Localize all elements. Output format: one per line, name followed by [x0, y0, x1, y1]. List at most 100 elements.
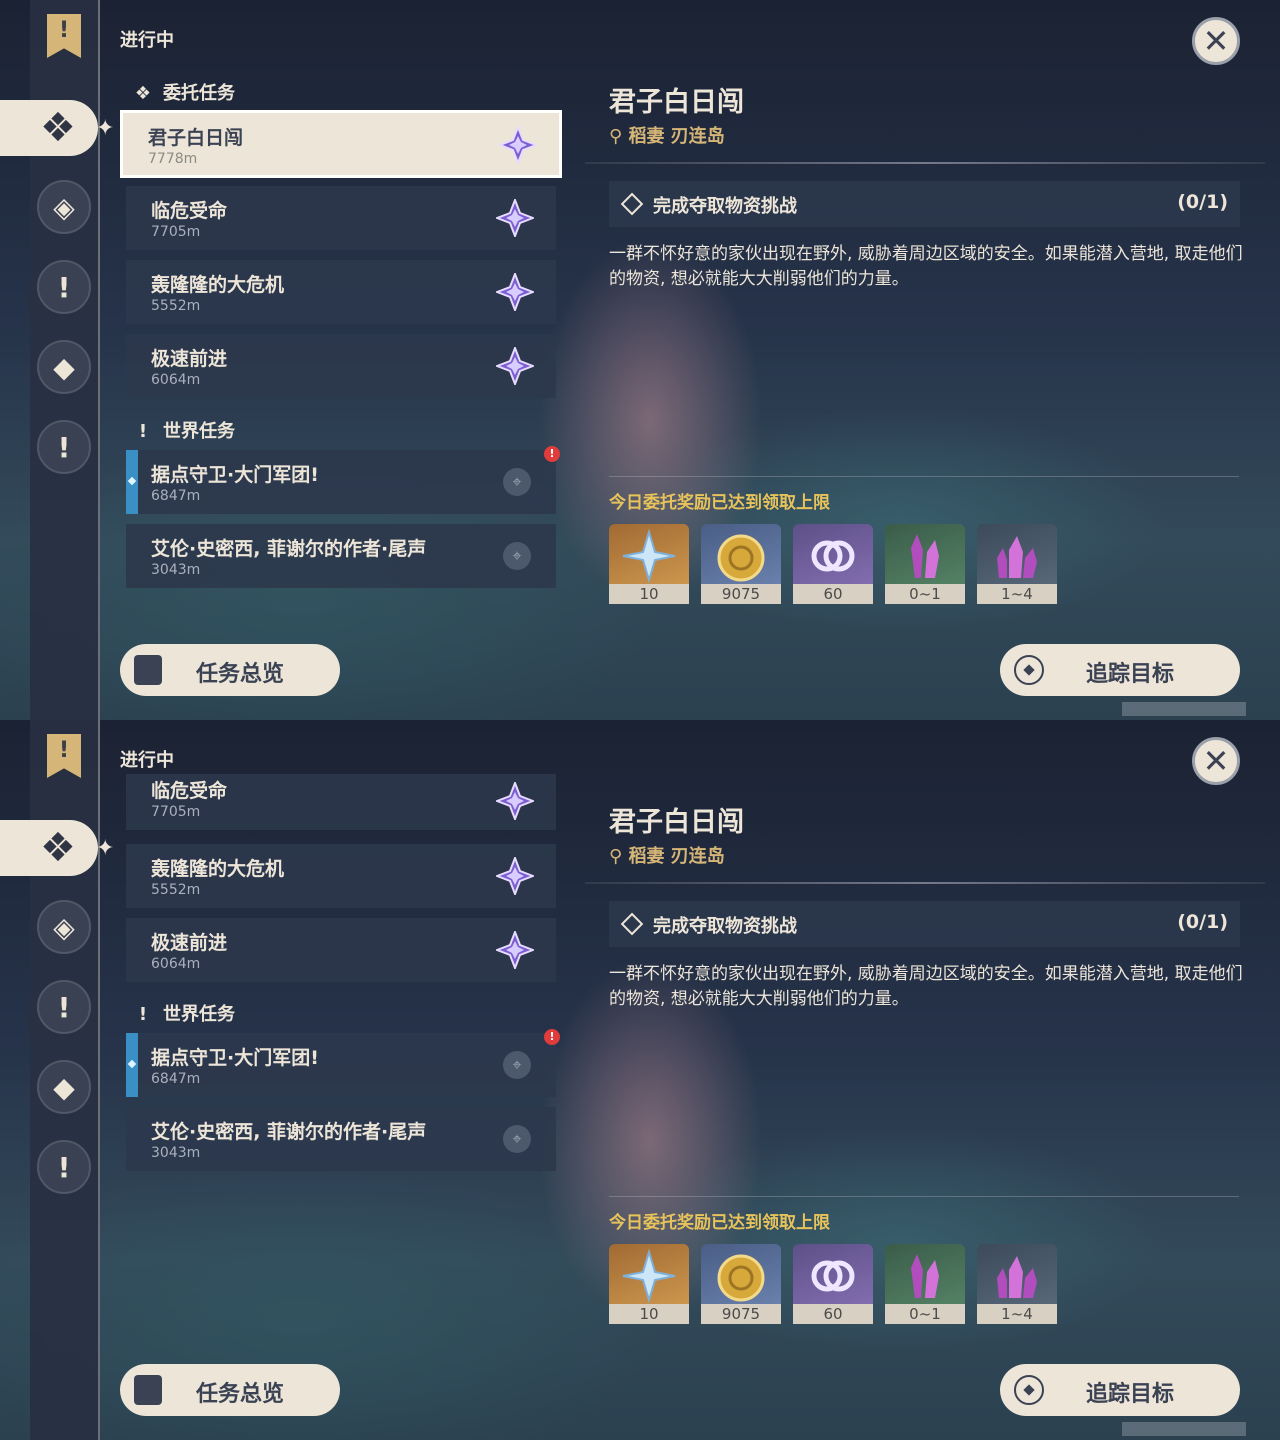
- reward-item[interactable]: 0~1: [885, 1244, 965, 1324]
- map-pin-icon[interactable]: ⌖: [503, 468, 531, 496]
- quest-name: 轰隆隆的大危机: [151, 858, 285, 880]
- quest-distance: 5552m: [151, 298, 201, 314]
- quest-distance: 3043m: [151, 562, 201, 578]
- reward-item[interactable]: 10: [609, 524, 689, 604]
- world-quest-item[interactable]: 艾伦·史密西, 菲谢尔的作者·尾声 3043m ⌖: [126, 524, 556, 588]
- reward-item[interactable]: 0~1: [885, 524, 965, 604]
- tracked-indicator: [126, 1033, 138, 1097]
- scrollbar[interactable]: [1122, 702, 1246, 716]
- quest-description: 一群不怀好意的家伙出现在野外, 威胁着周边区域的安全。如果能潜入营地, 取走他们…: [609, 244, 1243, 289]
- detail-title: 君子白日闯: [609, 807, 744, 838]
- quest-book-icon: [134, 655, 162, 685]
- quest-name: 据点守卫·大门军团!: [151, 1047, 319, 1069]
- scrollbar[interactable]: [1122, 1422, 1246, 1436]
- commission-star-icon: [496, 199, 534, 237]
- quest-name: 据点守卫·大门军团!: [151, 464, 319, 486]
- tracked-indicator: [126, 450, 138, 514]
- exclamation-icon: !: [57, 430, 71, 464]
- quest-item[interactable]: 临危受命 7705m: [126, 774, 556, 830]
- reward-item[interactable]: 9075: [701, 1244, 781, 1324]
- quest-overview-button[interactable]: 任务总览: [120, 644, 340, 696]
- quest-overview-button[interactable]: 任务总览: [120, 1364, 340, 1416]
- map-pin-icon[interactable]: ⌖: [503, 1051, 531, 1079]
- quest-distance: 6847m: [151, 1071, 201, 1087]
- primogem-icon: [622, 528, 676, 584]
- reward-item[interactable]: 1~4: [977, 524, 1057, 604]
- quest-item[interactable]: 临危受命 7705m: [126, 186, 556, 250]
- close-button[interactable]: ✕: [1192, 17, 1240, 65]
- sidebar-tab-archon-quests[interactable]: ◈: [37, 180, 91, 234]
- quest-name: 临危受命: [151, 200, 228, 222]
- quest-panel-2: ! ❖ ✦ ◈ ! ◆ ! 进行中 临危受命 7705m 轰隆隆的大危机 555…: [0, 720, 1280, 1440]
- status-label: 进行中: [120, 750, 174, 771]
- quest-list-scroll[interactable]: 临危受命 7705m 轰隆隆的大危机 5552m 极速前进 6064m ! 世界任…: [0, 774, 580, 1394]
- quest-distance: 6064m: [151, 956, 201, 972]
- quest-item[interactable]: 极速前进 6064m: [126, 334, 556, 398]
- close-icon: ✕: [1202, 22, 1230, 60]
- reward-item[interactable]: 60: [793, 1244, 873, 1324]
- sidebar-tab-story-quests[interactable]: !: [37, 260, 91, 314]
- reward-item[interactable]: 60: [793, 524, 873, 604]
- mora-coin-icon: [717, 1254, 765, 1302]
- quest-item[interactable]: 极速前进 6064m: [126, 918, 556, 982]
- map-pin-icon[interactable]: ⌖: [503, 542, 531, 570]
- reward-item[interactable]: 10: [609, 1244, 689, 1324]
- exclamation-icon: !: [138, 421, 148, 442]
- quest-item[interactable]: 轰隆隆的大危机 5552m: [126, 844, 556, 908]
- crystal-cluster-icon: [997, 1256, 1037, 1298]
- track-icon: [1014, 655, 1044, 685]
- exclamation-icon: !: [57, 270, 71, 304]
- divider: [585, 882, 1265, 884]
- commission-small-icon: ❖: [134, 83, 152, 104]
- primogem-icon: [622, 1248, 676, 1304]
- world-section-header: ! 世界任务: [133, 417, 235, 443]
- commission-section-header: ❖ 委托任务: [134, 83, 235, 104]
- sidebar-tab-event-quests[interactable]: ◆: [37, 340, 91, 394]
- world-quest-item[interactable]: 据点守卫·大门军团! 6847m ⌖: [126, 1033, 556, 1097]
- objective-row: 完成夺取物资挑战 (0/1): [609, 181, 1240, 227]
- map-pin-icon[interactable]: ⌖: [503, 1125, 531, 1153]
- quest-distance: 5552m: [151, 882, 201, 898]
- crystal-cluster-icon: [997, 536, 1037, 578]
- commission-star-icon: [496, 782, 534, 820]
- archon-quest-icon: ◈: [53, 190, 75, 224]
- objective-count: (0/1): [1177, 191, 1228, 213]
- quest-distance: 6847m: [151, 488, 201, 504]
- quest-name: 极速前进: [151, 932, 228, 954]
- mora-coin-icon: [717, 534, 765, 582]
- divider: [609, 476, 1239, 477]
- quest-name: 艾伦·史密西, 菲谢尔的作者·尾声: [151, 1121, 427, 1143]
- divider: [609, 1196, 1239, 1197]
- sparkle-icon: ✦: [96, 116, 115, 141]
- commission-icon: ❖: [40, 105, 76, 151]
- commission-star-icon: [496, 273, 534, 311]
- reward-item[interactable]: 9075: [701, 524, 781, 604]
- quest-distance: 6064m: [151, 372, 201, 388]
- reward-limit-notice: 今日委托奖励已达到领取上限: [609, 493, 830, 513]
- world-quest-item[interactable]: 艾伦·史密西, 菲谢尔的作者·尾声 3043m ⌖: [126, 1107, 556, 1171]
- diamond-icon: ◆: [53, 350, 75, 384]
- quest-description: 一群不怀好意的家伙出现在野外, 威胁着周边区域的安全。如果能潜入营地, 取走他们…: [609, 964, 1243, 1009]
- sidebar-tab-world-quests[interactable]: !: [37, 420, 91, 474]
- companionship-exp-icon: [811, 540, 855, 572]
- location-pin-icon: ⚲: [609, 846, 623, 867]
- quest-name: 艾伦·史密西, 菲谢尔的作者·尾声: [151, 538, 427, 560]
- quest-name: 临危受命: [151, 780, 228, 802]
- quest-name: 君子白日闯: [148, 127, 244, 149]
- quest-item[interactable]: 轰隆隆的大危机 5552m: [126, 260, 556, 324]
- track-target-button[interactable]: 追踪目标: [1000, 644, 1240, 696]
- quest-item-selected[interactable]: 君子白日闯 7778m: [120, 110, 562, 178]
- crystal-icon: [911, 1254, 939, 1298]
- objective-row: 完成夺取物资挑战 (0/1): [609, 901, 1240, 947]
- world-quest-item[interactable]: 据点守卫·大门军团! 6847m ⌖: [126, 450, 556, 514]
- detail-location: ⚲ 稻妻 刃连岛: [609, 846, 725, 867]
- sidebar-tab-commissions[interactable]: ❖: [0, 100, 98, 156]
- close-button[interactable]: ✕: [1192, 737, 1240, 785]
- track-target-button[interactable]: 追踪目标: [1000, 1364, 1240, 1416]
- commission-star-icon: [496, 347, 534, 385]
- quest-distance: 3043m: [151, 1145, 201, 1161]
- close-icon: ✕: [1202, 742, 1230, 780]
- diamond-icon: [620, 912, 644, 936]
- exclamation-icon: !: [138, 1004, 148, 1025]
- reward-item[interactable]: 1~4: [977, 1244, 1057, 1324]
